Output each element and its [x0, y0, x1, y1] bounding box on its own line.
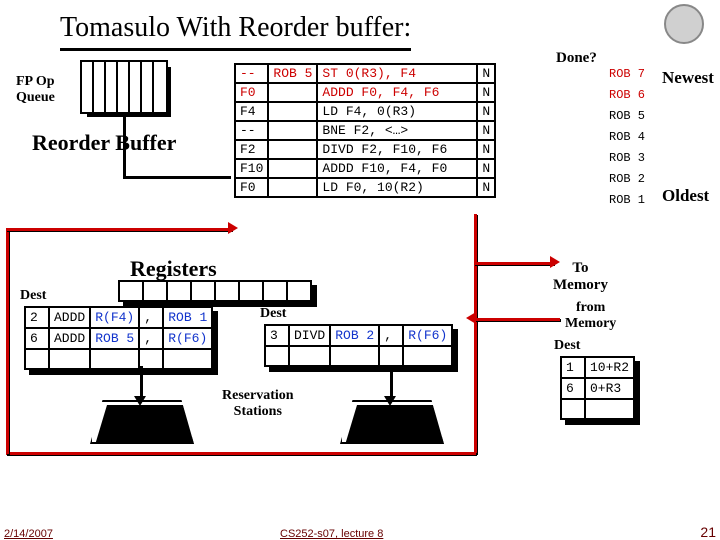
bus-line — [474, 318, 560, 321]
reorder-buffer-label: Reorder Buffer — [32, 130, 176, 156]
rob-id-7: ROB 7 — [609, 67, 645, 81]
footer-slide-number: 21 — [700, 524, 716, 540]
newest-label: Newest — [662, 68, 714, 88]
mem-ls-table: 110+R2 60+R3 — [560, 356, 635, 420]
rob-id-3: ROB 3 — [609, 151, 645, 165]
to-memory-label: ToMemory — [553, 260, 608, 294]
arrow-icon — [550, 256, 560, 268]
fp-op-queue-block — [80, 60, 168, 114]
footer-course: CS252-s07, lecture 8 — [280, 528, 383, 540]
oldest-label: Oldest — [662, 186, 709, 206]
rob-table: --ROB 5ST 0(R3), F4N F0ADDD F0, F4, F6N … — [234, 63, 496, 198]
connector — [123, 176, 231, 179]
arrow-icon — [466, 312, 476, 324]
dest-label-add: Dest — [20, 288, 46, 304]
bus-line — [474, 214, 477, 454]
from-memory-label: fromMemory — [565, 300, 616, 332]
arrow-icon — [228, 222, 238, 234]
rob-id-6: ROB 6 — [609, 88, 645, 102]
arrow-icon — [134, 396, 146, 406]
arrow-icon — [384, 396, 396, 406]
rob-id-4: ROB 4 — [609, 130, 645, 144]
rs-mul-table: 3DIVDROB 2,R(F6) — [264, 324, 453, 367]
bus-line — [474, 262, 554, 265]
dest-label-mul: Dest — [260, 306, 286, 322]
rs-add-table: 2ADDDR(F4),ROB 1 6ADDDROB 5,R(F6) — [24, 306, 213, 370]
bus-line — [6, 228, 232, 231]
footer-date: 2/14/2007 — [4, 528, 53, 540]
rob-id-1: ROB 1 — [609, 193, 645, 207]
registers-block — [118, 280, 312, 302]
reservation-stations-label: ReservationStations — [222, 388, 294, 420]
rob-id-2: ROB 2 — [609, 172, 645, 186]
slide-title: Tomasulo With Reorder buffer: — [60, 12, 411, 51]
done-label: Done? — [556, 50, 597, 67]
fp-multipliers-unit: FP multipliers — [340, 400, 444, 444]
registers-label: Registers — [130, 256, 217, 282]
seal-logo — [664, 4, 704, 44]
bus-line — [6, 228, 9, 454]
dest-label-mem: Dest — [554, 338, 580, 354]
rob-id-5: ROB 5 — [609, 109, 645, 123]
connector — [123, 112, 126, 178]
fp-op-queue-label: FP OpQueue — [16, 74, 55, 106]
fp-adders-unit: FP adders — [90, 400, 194, 444]
cdb-line — [6, 452, 476, 455]
